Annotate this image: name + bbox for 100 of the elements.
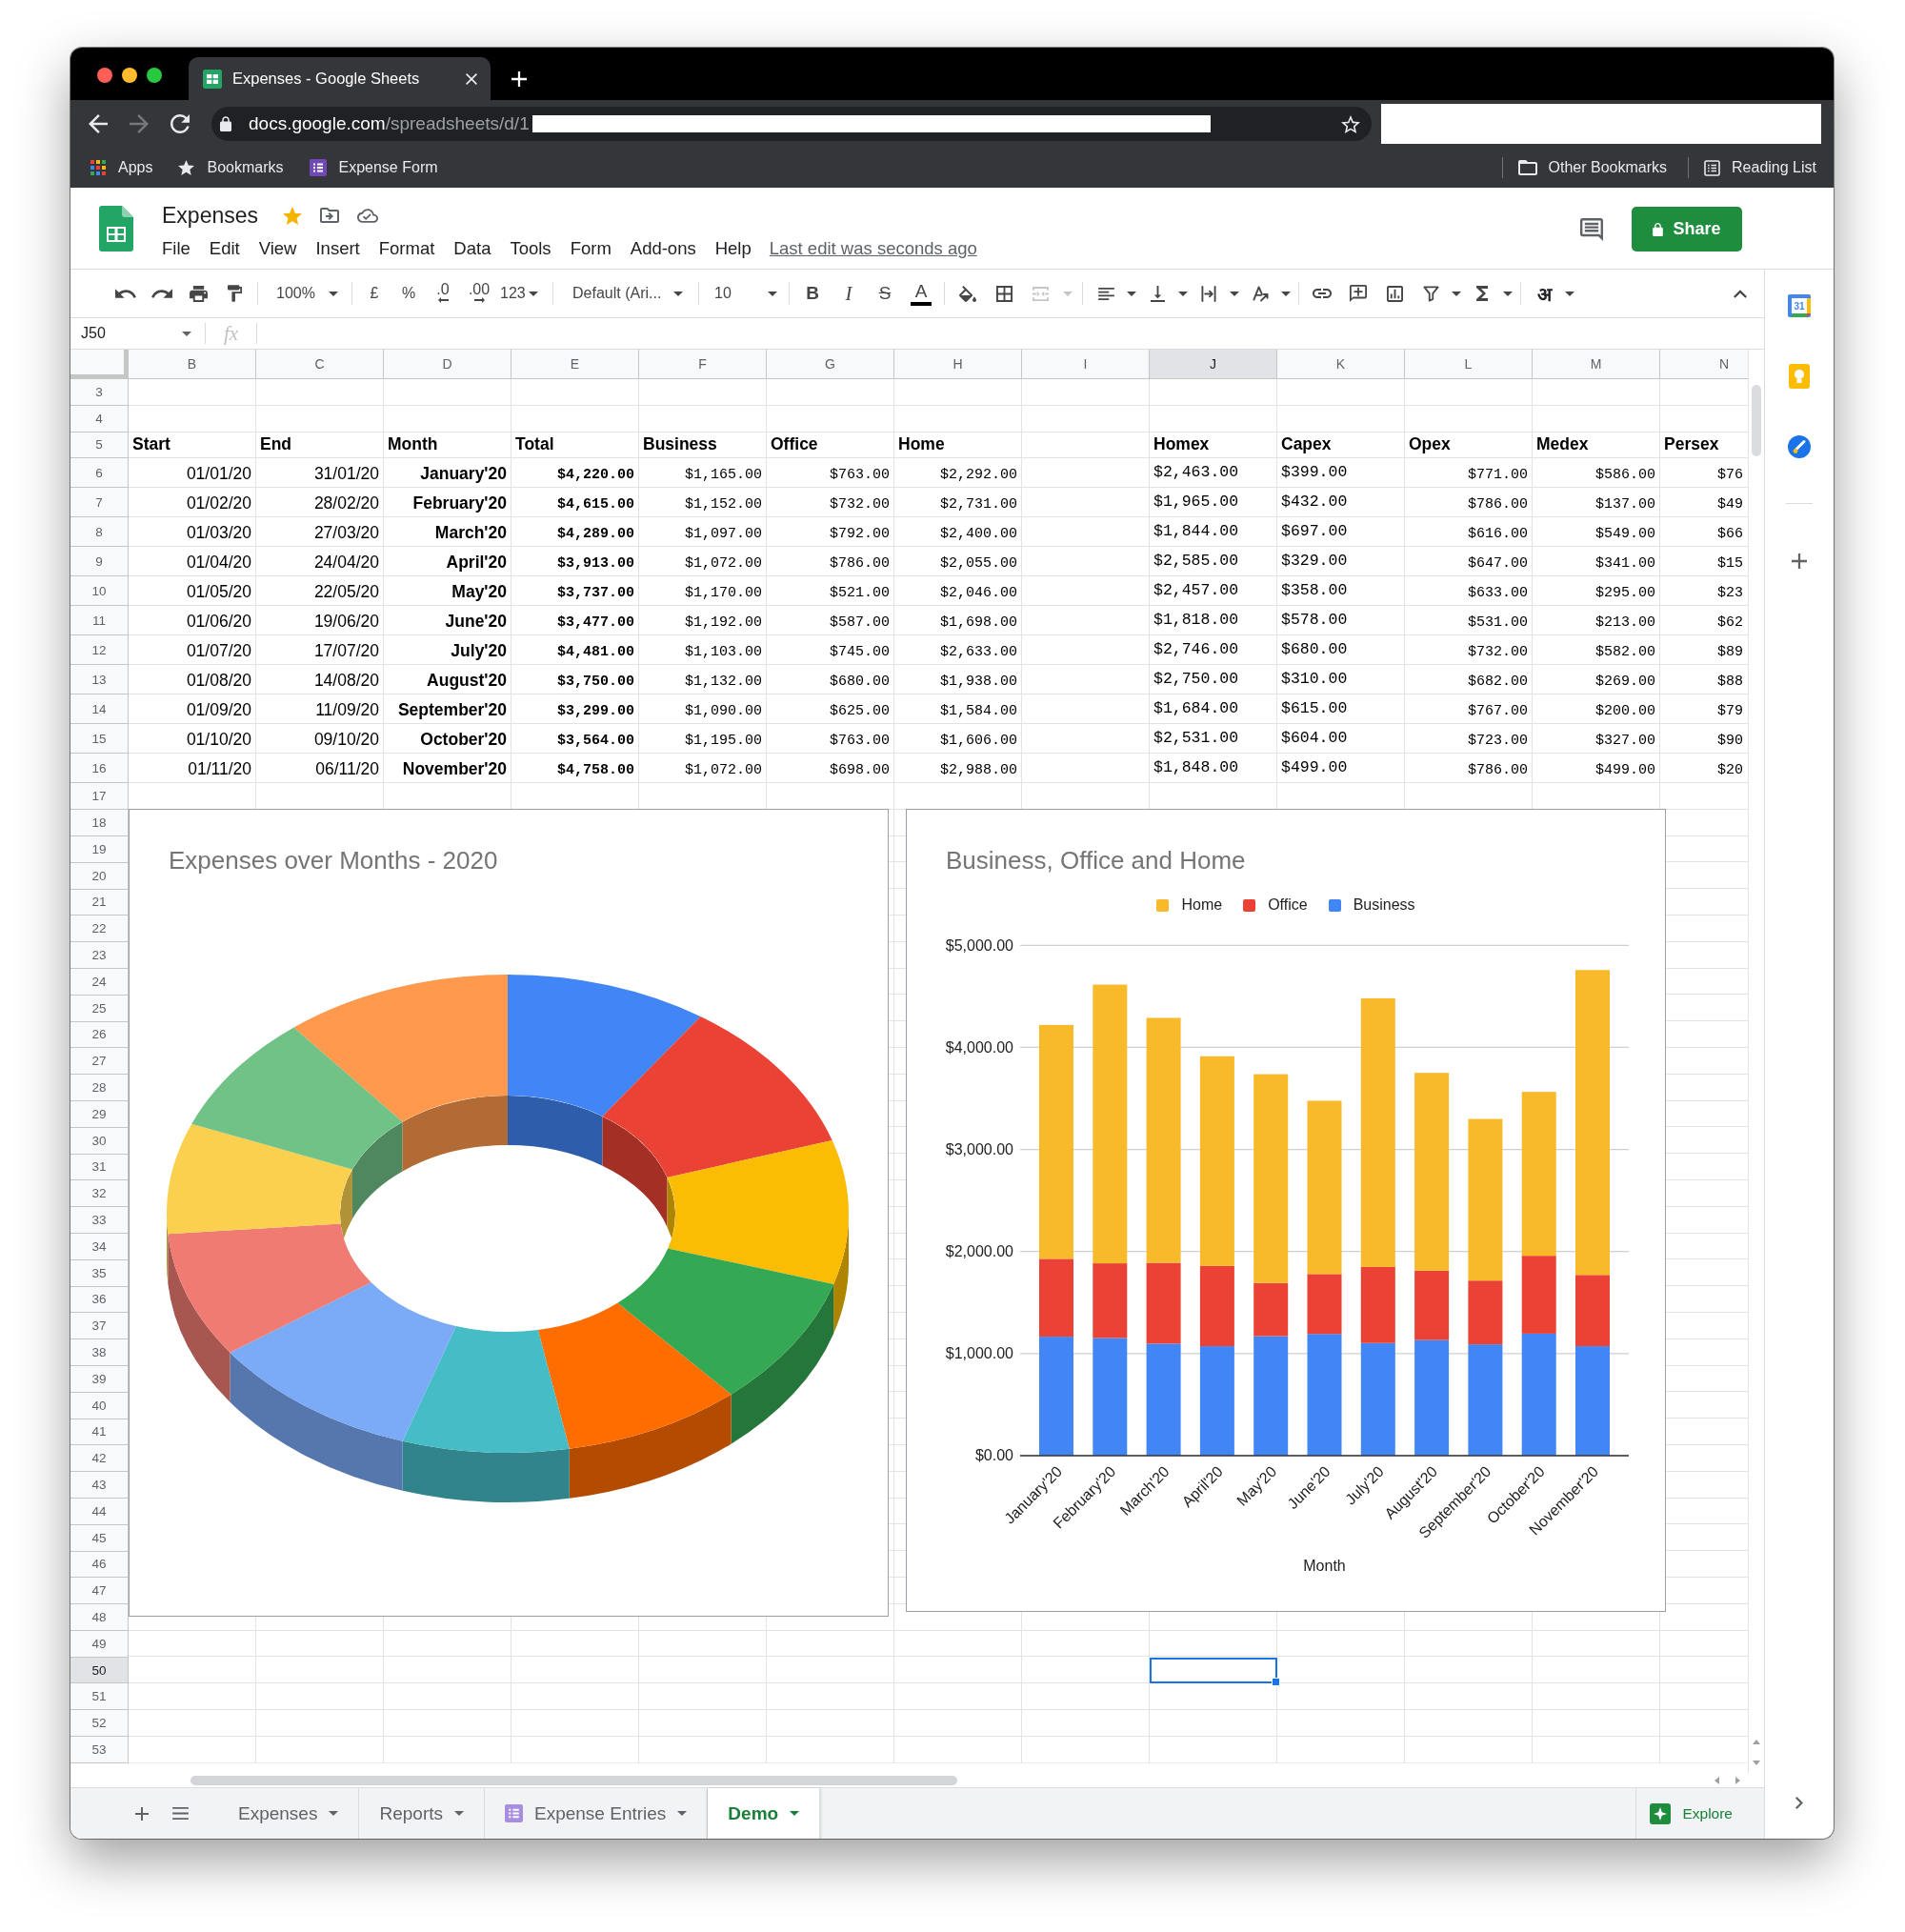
close-icon[interactable] [466,72,477,85]
fill-handle[interactable] [1272,1678,1280,1687]
chevron-right-icon[interactable] [1795,1797,1803,1809]
menu-item[interactable]: Help [705,238,761,259]
link-icon[interactable] [1313,289,1332,298]
menu-item[interactable]: Data [444,238,501,259]
menu-item[interactable]: Edit [199,238,250,259]
row-header[interactable]: 43 [70,1472,129,1499]
scroll-right-icon[interactable] [1735,1776,1740,1784]
column-header[interactable]: H [894,350,1022,379]
explore-button[interactable]: Explore [1635,1788,1755,1839]
column-header[interactable]: N [1660,350,1748,379]
caret-icon[interactable] [1565,291,1574,296]
menu-item[interactable]: View [249,238,307,259]
row-header[interactable]: 23 [70,942,129,969]
row-header[interactable]: 40 [70,1392,129,1419]
column-header[interactable]: J [1150,350,1277,379]
row-header[interactable]: 14 [70,694,129,725]
caret-icon[interactable] [1230,291,1239,296]
row-header[interactable]: 11 [70,606,129,636]
new-tab-plus-icon[interactable] [511,71,527,87]
bold-button[interactable]: B [794,278,831,309]
plus-icon[interactable] [1792,553,1807,569]
share-button[interactable]: Share [1632,207,1742,252]
folder-arrow-icon[interactable] [320,208,339,223]
undo-icon[interactable] [115,289,136,298]
sheet-list-icon[interactable] [172,1807,189,1820]
pen-circle-icon[interactable] [1788,435,1811,458]
row-header[interactable]: 18 [70,810,129,836]
text-rotation-icon[interactable] [1252,285,1269,302]
bookmark-item[interactable]: Other Bookmarks [1517,159,1668,176]
increase-decimals-button[interactable]: .00 [460,278,498,309]
zoom-dropdown[interactable]: 100% [263,278,347,309]
percent-button[interactable]: % [391,278,426,309]
caret-icon[interactable] [1178,291,1188,296]
row-header[interactable]: 32 [70,1180,129,1208]
row-header[interactable]: 3 [70,379,129,406]
column-header[interactable]: L [1405,350,1533,379]
scrollbar-thumb[interactable] [190,1775,957,1785]
row-header[interactable]: 21 [70,889,129,916]
sigma-icon[interactable] [1476,286,1488,301]
sheet-tab[interactable]: Demo [708,1788,821,1839]
menu-item[interactable]: Form [560,238,621,259]
row-header[interactable]: 8 [70,517,129,548]
row-header[interactable]: 4 [70,405,129,433]
row-header[interactable]: 31 [70,1154,129,1181]
star-outline-icon[interactable] [1341,114,1360,133]
add-sheet-icon[interactable] [135,1806,149,1821]
sheet-tab[interactable]: Reports [359,1788,485,1839]
bookmark-item[interactable]: Bookmarks [178,159,284,176]
spreadsheet-icon[interactable] [99,206,133,252]
row-header[interactable]: 10 [70,576,129,607]
address-bar[interactable]: docs.google.com/spreadsheets/d/1 [211,107,1372,141]
caret-icon[interactable] [1503,291,1513,296]
italic-button[interactable]: I [831,278,867,309]
row-header[interactable]: 28 [70,1075,129,1101]
row-header[interactable]: 51 [70,1683,129,1711]
star-icon[interactable] [283,206,302,225]
row-header[interactable]: 33 [70,1207,129,1234]
column-header[interactable]: M [1533,350,1660,379]
column-header[interactable]: F [639,350,767,379]
bookmark-item[interactable]: Reading List [1704,159,1816,176]
active-cell[interactable] [1150,1657,1277,1684]
row-header[interactable]: 50 [70,1657,129,1684]
paint-bucket-icon[interactable] [959,285,976,302]
cloud-check-icon[interactable] [357,208,378,223]
column-header[interactable]: K [1277,350,1405,379]
text-color-button[interactable]: A [903,278,939,309]
bookmark-item[interactable]: Expense Form [309,159,438,176]
row-header[interactable]: 29 [70,1100,129,1128]
redo-icon[interactable] [151,289,172,298]
number-format-dropdown[interactable]: 123 [498,278,548,309]
column-header[interactable]: B [129,350,256,379]
row-header[interactable]: 27 [70,1048,129,1076]
row-header[interactable]: 49 [70,1630,129,1658]
caret-icon[interactable] [1127,291,1136,296]
row-header[interactable]: 5 [70,432,129,459]
sheet-tab[interactable]: Expenses [218,1788,360,1839]
scroll-up-icon[interactable] [1753,1740,1760,1744]
column-header[interactable]: G [767,350,894,379]
chart-icon[interactable] [1386,285,1403,302]
currency-button[interactable]: £ [357,278,391,309]
row-header[interactable]: 26 [70,1021,129,1049]
row-header[interactable]: 47 [70,1578,129,1605]
row-header[interactable]: 6 [70,458,129,489]
borders-icon[interactable] [995,285,1013,302]
column-header[interactable]: C [256,350,384,379]
paint-roller-icon[interactable] [227,285,242,302]
menu-item[interactable]: File [152,238,200,259]
input-tools-button[interactable]: अ [1526,278,1562,309]
row-header[interactable]: 48 [70,1604,129,1631]
font-dropdown[interactable]: Default (Ari... [558,278,693,309]
row-header[interactable]: 16 [70,754,129,784]
row-header[interactable]: 37 [70,1313,129,1340]
document-title[interactable]: Expenses [162,202,258,229]
close-window-icon[interactable] [97,67,112,83]
row-header[interactable]: 20 [70,862,129,890]
row-header[interactable]: 19 [70,836,129,863]
scroll-down-icon[interactable] [1753,1761,1760,1765]
name-box[interactable]: J50 [70,318,205,349]
